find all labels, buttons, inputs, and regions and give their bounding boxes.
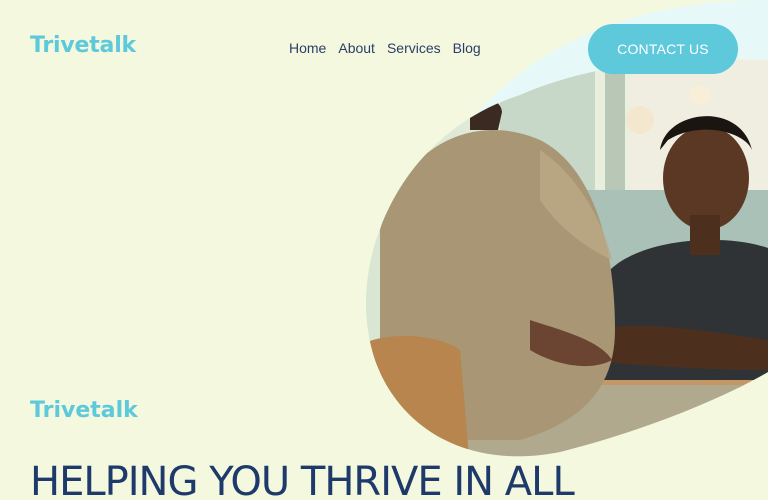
contact-us-button[interactable]: CONTACT US <box>588 24 738 74</box>
hero-brand: Trivetalk <box>30 398 138 423</box>
hero-photo <box>366 0 768 500</box>
page: Trivetalk Home About Services Blog CONTA… <box>0 0 768 500</box>
hero-heading: HELPING YOU THRIVE IN ALL <box>30 459 575 500</box>
